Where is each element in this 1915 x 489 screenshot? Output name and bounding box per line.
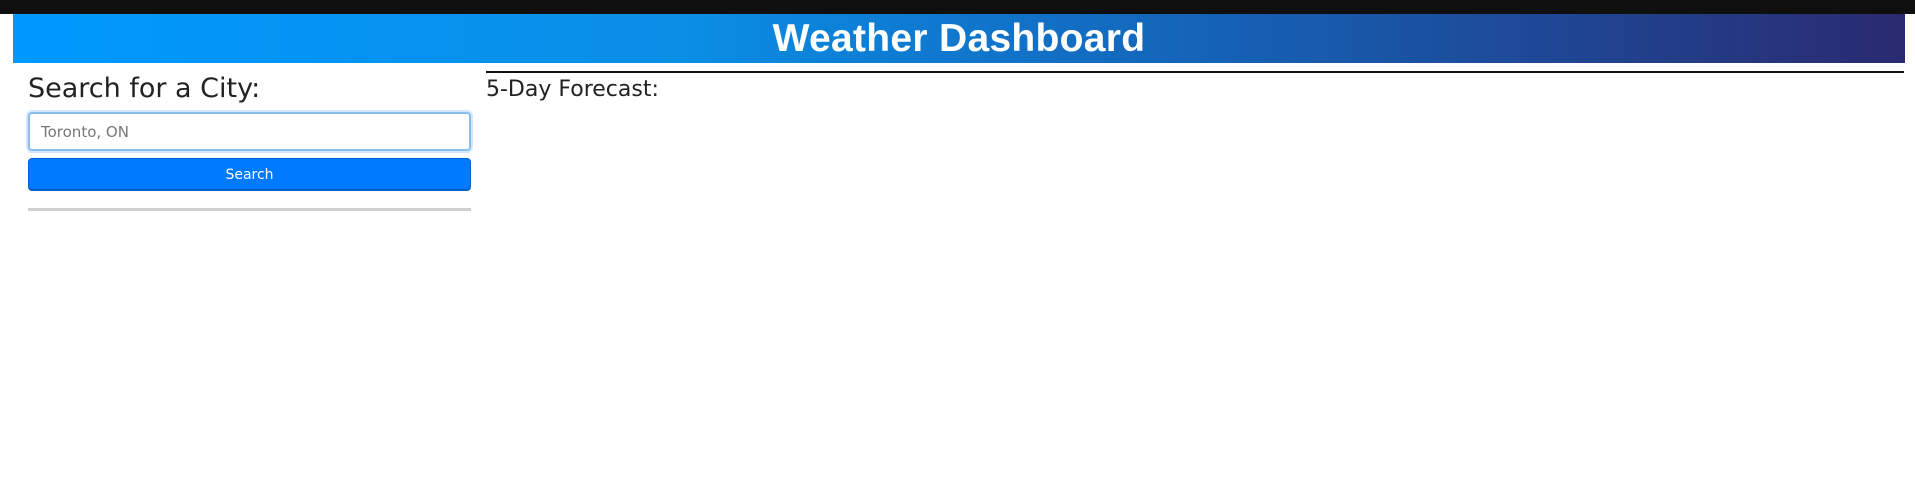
forecast-section: 5-Day Forecast: [486,71,1904,105]
search-sidebar: Search for a City: Search [28,70,471,211]
search-button[interactable]: Search [28,158,471,191]
search-history-divider [28,208,471,211]
browser-bookmarks-bar [0,0,1915,14]
page-title: Weather Dashboard [772,17,1146,60]
forecast-heading: 5-Day Forecast: [486,77,659,102]
city-search-input[interactable] [28,112,471,151]
page-header: Weather Dashboard [13,14,1905,63]
search-heading: Search for a City: [28,73,261,104]
